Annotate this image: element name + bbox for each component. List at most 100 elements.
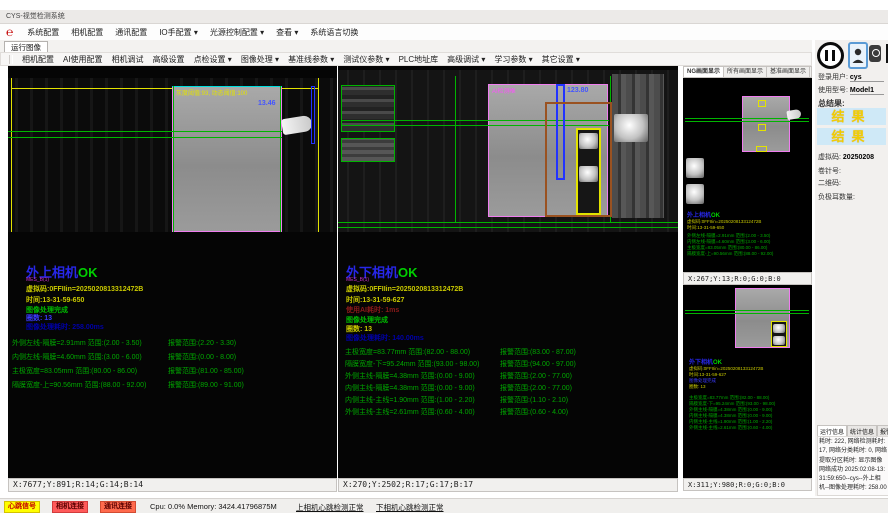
measure-row: 外侧主线-主线=2.61mm 范围:(0.60 - 4.00)	[345, 407, 475, 417]
tool-advanced-settings[interactable]: 高级设置	[153, 54, 185, 65]
camera-result-title: 外下相机OK	[689, 357, 722, 366]
login-user-row: 登录用户: cys	[818, 72, 884, 82]
measure-row: 外侧主线-隔膜=4.38mm 范围:(0.00 - 9.00)	[345, 371, 475, 381]
measure-row: 内侧左线-隔膜=4.60mm 范围:(3.00 - 6.00)	[12, 352, 142, 362]
machine-region	[612, 74, 664, 218]
virtual-code-line: 虚拟码:0FFIIin=2025020813312472B	[346, 284, 463, 294]
app-logo-icon: ℮	[6, 25, 13, 40]
tool-spot-check[interactable]: 点检设置 ▾	[194, 54, 232, 65]
threshold-overlay-label: 灰度阈值:93, 动态阈值:100	[176, 88, 247, 97]
menu-item-camera-config[interactable]: 相机配置	[71, 27, 103, 38]
tool-baseline-params[interactable]: 基准线参数 ▾	[288, 54, 334, 65]
result-badge-lower: 结果	[817, 128, 886, 145]
model-value[interactable]: Model1	[850, 87, 884, 95]
menu-item-language-switch[interactable]: 系统语言切换	[310, 27, 358, 38]
thumb-tab-ng[interactable]: NG画面显示	[684, 67, 724, 77]
edge-line	[280, 86, 281, 232]
thumb-tab-baseline[interactable]: 基准画面显示	[767, 67, 810, 77]
measure-row: 外侧主线-主线=2.61mm 范围:(0.60 - 4.00)	[689, 425, 772, 431]
camera-view-lower[interactable]: AI检测框 123.80 外下相机OK MES_B(1) 虚拟码:0FFIIin…	[338, 66, 678, 478]
mes-label: MES_B(1)	[346, 277, 369, 283]
toolbar-grip	[9, 55, 13, 64]
login-user-value[interactable]: cys	[850, 74, 884, 82]
measure-row: 隔膜宽度-上=90.56mm 范围:(88.00 - 92.00)	[687, 251, 773, 257]
camera-view-upper[interactable]: 灰度阈值:93, 动态阈值:100 13.46 外上相机OK MES_B(1) …	[8, 66, 337, 478]
alarm-range: 报警范围:(94.00 - 97.00)	[500, 359, 576, 369]
tool-camera-debug[interactable]: 相机调试	[112, 54, 144, 65]
coord-readout-thumb-upper: X:267;Y:13;R:0;G:0;B:0	[683, 272, 812, 285]
pause-button[interactable]	[817, 42, 844, 69]
tool-camera-config[interactable]: 相机配置	[22, 54, 54, 65]
virtual-code-value: 20250208	[843, 154, 874, 161]
menu-item-io-config[interactable]: IO手配置 ▾	[159, 27, 198, 38]
measure-row: 主极宽度=83.77mm 范围:(82.00 - 88.00)	[345, 347, 470, 357]
virtual-code-label: 虚拟码:	[818, 154, 841, 161]
thumbnail-view-upper[interactable]: 外上相机OK 虚拟码:0FFIIin=2025020813312472B 时间:…	[683, 78, 812, 272]
edge-line	[172, 86, 282, 87]
measure-row: 隔膜宽度-上=90.56mm 范围:(88.00 - 92.00)	[12, 380, 146, 390]
virtual-code-line: 虚拟码:0FFIIin=2025020813312472B	[26, 284, 143, 294]
thumbnail-view-lower[interactable]: 外下相机OK 虚拟码:0FFIIin=2025020813312472B 时间:…	[683, 285, 812, 478]
login-user-label: 登录用户:	[818, 74, 848, 81]
result-badge-upper: 结果	[817, 108, 886, 125]
tool-tester-params[interactable]: 测试仪参数 ▾	[343, 54, 389, 65]
mes-label: MES_B(1)	[26, 277, 49, 283]
elapsed-line: 图像处理耗时: 258.00ms	[26, 322, 104, 332]
electrode-region	[742, 96, 790, 152]
edge-line	[455, 76, 456, 222]
menu-item-light-config[interactable]: 光源控制配置 ▾	[210, 27, 264, 38]
alarm-range: 报警范围:(2.00 - 77.00)	[500, 371, 572, 381]
thumbnail-tabs: NG画面显示 所有画面显示 基准画面显示	[683, 66, 812, 78]
edge-line	[173, 86, 174, 232]
lug-detect-rect	[771, 321, 787, 347]
ai-time-line: 使用AI耗时: 1ms	[346, 305, 399, 315]
reflection-blob	[614, 114, 648, 142]
measure-line	[685, 313, 809, 314]
menu-item-comm-config[interactable]: 通讯配置	[115, 27, 147, 38]
upper-camera-heartbeat-text: 上相机心跳检测正常	[296, 502, 364, 513]
measure-line	[685, 121, 809, 122]
alarm-range: 报警范围:(2.00 - 77.00)	[500, 383, 572, 393]
side-panel: 登录用户: cys 使用型号: Model1 总结果: 结果 结果 虚拟码: 2…	[815, 40, 888, 496]
alarm-range: 报警范围:(83.00 - 87.00)	[500, 347, 576, 357]
lug-detect-rect	[758, 100, 766, 107]
camera-status-ok: OK	[398, 265, 418, 280]
menu-item-system-config[interactable]: 系统配置	[27, 27, 59, 38]
time-line: 时间:13-31-59-650	[26, 295, 84, 305]
camera-connect-badge: 相机连接	[52, 501, 88, 513]
user-login-button[interactable]	[848, 42, 868, 69]
measure-line	[338, 222, 678, 223]
camera-result-title: 外上相机OK	[687, 210, 720, 219]
status-bar: 心跳信号 相机连接 通讯连接 Cpu: 0.0% Memory: 3424.41…	[0, 498, 888, 513]
tool-plc-address[interactable]: PLC地址库	[399, 54, 439, 65]
alarm-range: 报警范围:(0.00 - 8.00)	[168, 352, 236, 362]
run-info-log: 耗时: 222, 网络检测耗时: 17, 网络分类耗时: 0, 网络提取分区耗时…	[817, 436, 888, 496]
lug-blob	[773, 336, 785, 345]
window-titlebar: CYS-视觉检测系统	[0, 10, 888, 24]
tool-ai-config[interactable]: AI使用配置	[63, 54, 103, 65]
measure-row: 主极宽度=83.05mm 范围:(80.00 - 86.00)	[12, 366, 137, 376]
tool-advanced-debug[interactable]: 高级调试 ▾	[447, 54, 485, 65]
measure-line	[338, 227, 678, 228]
camera-status-ok: OK	[78, 265, 98, 280]
lug-detect-rect	[576, 128, 601, 215]
electrode-region	[172, 86, 282, 232]
menu-item-view[interactable]: 查看 ▾	[276, 27, 298, 38]
roi-line	[318, 78, 319, 232]
thumb-tab-all[interactable]: 所有画面显示	[724, 67, 767, 77]
measure-row: 外侧左线-隔膜=2.91mm 范围:(2.00 - 3.50)	[12, 338, 142, 348]
stop-button[interactable]	[869, 45, 881, 62]
lower-camera-heartbeat-text: 下相机心跳检测正常	[376, 502, 444, 513]
lug-blob	[579, 133, 598, 149]
comm-connect-badge: 通讯连接	[100, 501, 136, 513]
tool-learning-params[interactable]: 学习参数 ▾	[494, 54, 532, 65]
camera-image-upper[interactable]: 灰度阈值:93, 动态阈值:100 13.46	[8, 78, 337, 232]
measure-row: 内侧主线-隔膜=4.38mm 范围:(0.00 - 9.00)	[345, 383, 475, 393]
tool-other-settings[interactable]: 其它设置 ▾	[542, 54, 580, 65]
ai-frame-overlay-label: AI检测框	[492, 86, 516, 95]
lug-detect-rect	[758, 124, 766, 131]
coord-readout-upper: X:7677;Y:891;R:14;G:14;B:14	[8, 478, 337, 492]
elapsed-line: 图像处理耗时: 140.00ms	[346, 333, 424, 343]
camera-image-lower[interactable]: AI检测框 123.80	[338, 70, 678, 232]
tool-image-processing[interactable]: 图像处理 ▾	[241, 54, 279, 65]
